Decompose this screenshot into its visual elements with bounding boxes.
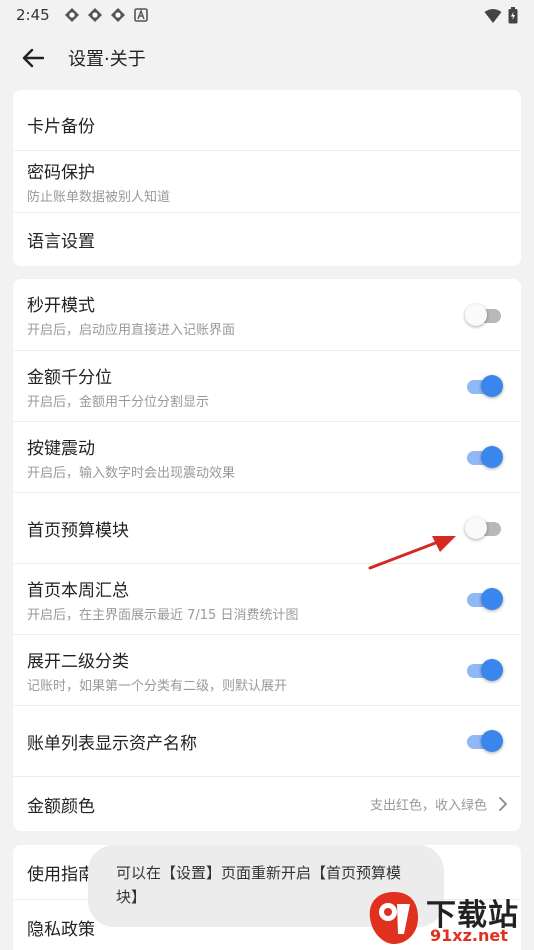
key-vibration-item[interactable]: 按键震动 开启后，输入数字时会出现震动效果 xyxy=(13,421,521,492)
app-notification-icon xyxy=(64,8,79,22)
key-vibration-toggle[interactable] xyxy=(465,445,503,469)
weekly-summary-title: 首页本周汇总 xyxy=(27,580,129,601)
quick-open-item[interactable]: 秒开模式 开启后，启动应用直接进入记账界面 xyxy=(13,279,521,350)
site-watermark: 下载站 91xz.net xyxy=(360,888,530,948)
language-setting-item[interactable]: 语言设置 xyxy=(13,212,521,266)
app-bar: 设置·关于 xyxy=(0,30,534,86)
font-notification-icon xyxy=(133,8,148,22)
settings-card-general: 卡片备份 密码保护 防止账单数据被别人知道 语言设置 xyxy=(13,90,521,266)
password-protect-title: 密码保护 xyxy=(27,163,95,183)
amount-color-value: 支出红色，收入绿色 xyxy=(369,798,487,814)
annotation-arrow-icon xyxy=(368,536,456,570)
quick-open-title: 秒开模式 xyxy=(27,296,95,316)
chevron-right-icon xyxy=(499,797,507,811)
page-title: 设置·关于 xyxy=(68,49,146,70)
thousands-separator-subtitle: 开启后，金额用千分位分割显示 xyxy=(27,394,210,410)
toggle-thumb xyxy=(481,730,503,752)
card-backup-title: 卡片备份 xyxy=(27,116,95,137)
toggle-thumb xyxy=(465,303,487,326)
status-bar: 2:45 xyxy=(0,0,534,30)
wifi-icon xyxy=(484,8,502,23)
quick-open-subtitle: 开启后，启动应用直接进入记账界面 xyxy=(27,323,236,338)
toggle-thumb xyxy=(481,446,503,468)
card-backup-item[interactable]: 卡片备份 xyxy=(13,90,521,150)
notification-icons xyxy=(64,7,149,23)
show-asset-name-title: 账单列表显示资产名称 xyxy=(27,733,197,754)
watermark-logo-icon xyxy=(369,892,418,944)
show-asset-name-item[interactable]: 账单列表显示资产名称 xyxy=(13,705,521,776)
toggle-thumb xyxy=(465,517,487,539)
system-status-icons xyxy=(484,7,518,24)
app-notification-icon xyxy=(87,8,102,22)
toggle-thumb xyxy=(481,375,503,397)
key-vibration-title: 按键震动 xyxy=(27,438,95,459)
toggle-thumb xyxy=(481,588,503,610)
expand-subcategory-subtitle: 记账时，如果第一个分类有二级，则默认展开 xyxy=(27,678,288,694)
status-time: 2:45 xyxy=(16,6,50,24)
password-protect-subtitle: 防止账单数据被别人知道 xyxy=(27,190,171,205)
watermark-domain: 91xz.net xyxy=(430,926,508,945)
thousands-separator-item[interactable]: 金额千分位 开启后，金额用千分位分割显示 xyxy=(13,350,521,421)
back-button[interactable] xyxy=(20,45,46,71)
amount-color-item[interactable]: 金额颜色 支出红色，收入绿色 xyxy=(13,776,521,831)
app-notification-icon xyxy=(110,8,125,22)
language-setting-title: 语言设置 xyxy=(27,232,95,252)
weekly-summary-subtitle: 开启后，在主界面展示最近 7/15 日消费统计图 xyxy=(27,607,299,623)
toggle-thumb xyxy=(481,659,503,681)
home-budget-toggle[interactable] xyxy=(465,516,501,540)
thousands-separator-toggle[interactable] xyxy=(465,374,503,398)
expand-subcategory-item[interactable]: 展开二级分类 记账时，如果第一个分类有二级，则默认展开 xyxy=(13,634,521,705)
battery-icon xyxy=(508,7,518,24)
thousands-separator-title: 金额千分位 xyxy=(27,367,112,388)
password-protect-item[interactable]: 密码保护 防止账单数据被别人知道 xyxy=(13,150,521,212)
key-vibration-subtitle: 开启后，输入数字时会出现震动效果 xyxy=(27,465,236,481)
expand-subcategory-title: 展开二级分类 xyxy=(27,651,129,672)
show-asset-name-toggle[interactable] xyxy=(465,729,503,753)
expand-subcategory-toggle[interactable] xyxy=(465,658,503,682)
back-arrow-icon xyxy=(22,48,44,68)
quick-open-toggle[interactable] xyxy=(465,303,501,327)
weekly-summary-toggle[interactable] xyxy=(465,587,503,611)
